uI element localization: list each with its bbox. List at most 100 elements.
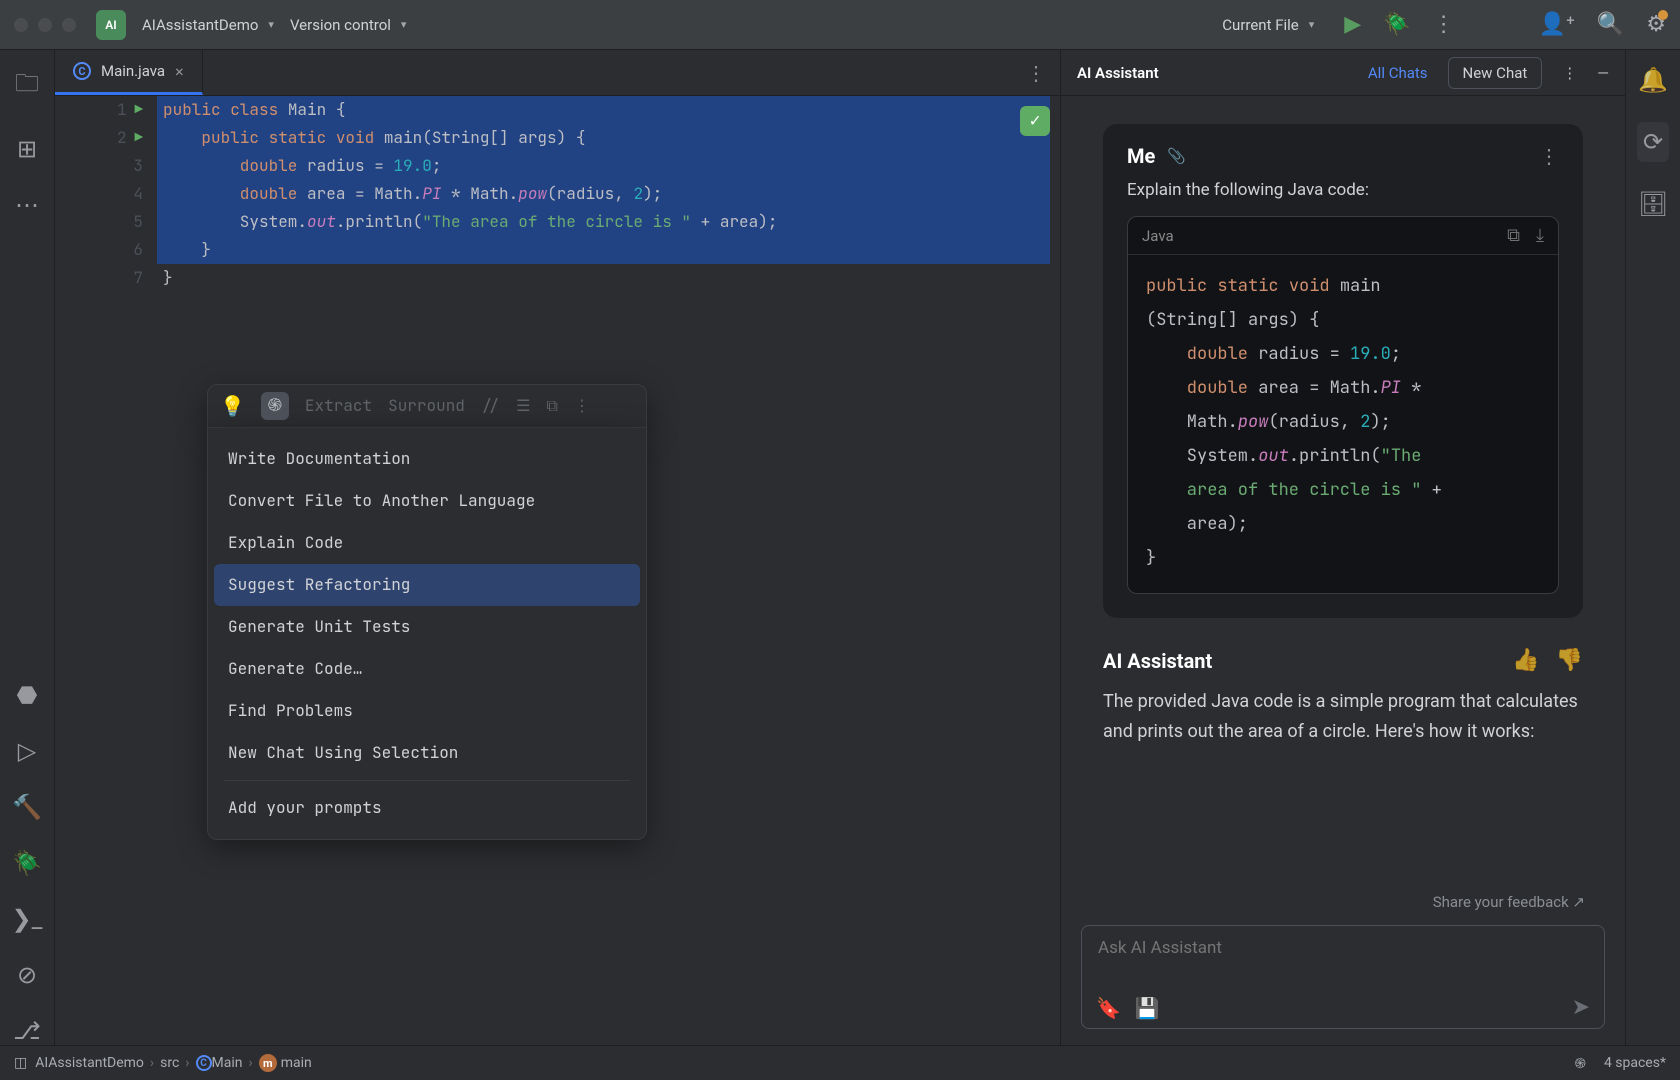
more-tools-icon[interactable]: ⋯ [15,191,39,219]
sender-label: Me [1127,144,1155,168]
method-icon: m [259,1054,277,1072]
database-icon[interactable]: 🗄 [1638,190,1668,218]
save-icon[interactable]: 💾 [1135,996,1160,1020]
insert-icon[interactable]: ⤓ [1536,225,1544,246]
build-icon[interactable]: 🔨 [12,793,42,821]
titlebar: AI AIAssistantDemo ▾ Version control ▾ C… [0,0,1680,50]
line-number: 4 [133,180,143,208]
attachment-icon[interactable]: 📎 [1167,147,1186,165]
thumbs-up-icon[interactable]: 👍 [1512,648,1539,673]
java-file-icon: C [73,62,91,80]
ai-panel-title: AI Assistant [1077,64,1159,82]
code-body[interactable]: public class Main { public static void m… [157,96,1060,292]
git-icon[interactable]: ⎇ [13,1017,41,1045]
message-more-icon[interactable]: ⋮ [1539,144,1559,168]
new-chat-button[interactable]: New Chat [1448,57,1543,89]
collab-icon[interactable]: 👤⁺ [1539,12,1575,37]
minimize-icon[interactable]: — [1597,64,1609,82]
ai-popup-list: Write Documentation Convert File to Anot… [207,428,647,840]
breadcrumb[interactable]: AIAssistantDemo [35,1055,144,1071]
all-chats-link[interactable]: All Chats [1368,64,1428,82]
run-config-picker[interactable]: Current File ▾ [1214,12,1322,38]
vcs-label: Version control [290,16,391,34]
ai-popup-toolbar: 💡 ֍ Extract Surround // ☰ ⧉ ⋮ [207,384,647,428]
settings-icon[interactable]: ⚙ [1646,12,1666,37]
ai-actions-popup: 💡 ֍ Extract Surround // ☰ ⧉ ⋮ Write Docu… [207,384,647,840]
snippet-body[interactable]: public static void main (String[] args) … [1128,255,1558,593]
popup-more-icon[interactable]: ⋮ [574,392,590,420]
ai-chat-body: Me 📎 ⋮ Explain the following Java code: … [1061,96,1625,887]
surround-action[interactable]: Surround [388,392,465,420]
ai-status-icon[interactable]: ֍ [1574,1054,1585,1073]
search-icon[interactable]: 🔍 [1597,12,1624,37]
indent-indicator[interactable]: 4 spaces* [1604,1055,1666,1071]
ai-assistant-panel: AI Assistant All Chats New Chat ⋮ — Me 📎… [1061,50,1625,1045]
prompt-text: Explain the following Java code: [1127,180,1559,200]
chevron-down-icon: ▾ [268,18,274,31]
copy-icon[interactable]: ⧉ [1507,225,1520,246]
editor-pane: C Main.java × ⋮ 1▶ 2▶ 3 4 5 6 7 public c… [55,50,1061,1045]
close-icon[interactable]: × [175,62,184,81]
editor-tabs: C Main.java × ⋮ [55,50,1060,96]
ai-action-convert[interactable]: Convert File to Another Language [214,480,640,522]
chevron-down-icon: ▾ [401,18,407,31]
problems-icon[interactable]: ⊘ [17,961,37,989]
ai-input-textarea[interactable] [1082,926,1604,991]
more-icon[interactable]: ⋮ [1433,12,1455,37]
ai-panel-header: AI Assistant All Chats New Chat ⋮ — [1061,50,1625,96]
ai-action-generate[interactable]: Generate Code… [214,648,640,690]
breadcrumb[interactable]: Main [212,1055,243,1071]
ai-swirl-icon[interactable]: ֍ [261,392,289,420]
java-class-icon: C [196,1055,212,1071]
ai-action-new-chat[interactable]: New Chat Using Selection [214,732,640,774]
assistant-message: AI Assistant 👍 👎 The provided Java code … [1085,648,1601,747]
ai-input[interactable]: 🔖 💾 ➤ [1081,925,1605,1029]
project-name: AIAssistantDemo [142,16,258,34]
tabs-more-icon[interactable]: ⋮ [1012,50,1060,95]
code-editor[interactable]: 1▶ 2▶ 3 4 5 6 7 public class Main { publ… [55,96,1060,1045]
sidebar-toggle-icon[interactable]: ◫ [14,1055,27,1071]
ai-action-write-docs[interactable]: Write Documentation [214,438,640,480]
project-picker[interactable]: AIAssistantDemo ▾ [134,12,282,38]
debug-icon[interactable]: 🪲 [1383,12,1410,37]
run-config-label: Current File [1222,16,1298,34]
ai-action-explain[interactable]: Explain Code [214,522,640,564]
line-number: 1 [117,96,127,124]
terminal-icon[interactable]: ❯_ [12,905,43,933]
run-icon[interactable]: ▶ [1344,12,1361,37]
line-number: 5 [133,208,143,236]
thumbs-down-icon[interactable]: 👎 [1556,648,1583,673]
tab-main-java[interactable]: C Main.java × [55,50,203,95]
tab-filename: Main.java [101,62,165,80]
line-number: 2 [117,124,127,152]
ai-assistant-tool-icon[interactable]: ⟳ [1637,122,1669,162]
breadcrumb[interactable]: main [281,1055,312,1071]
services-icon[interactable]: ⬣ [17,681,38,709]
breadcrumb[interactable]: src [160,1055,179,1071]
run-tool-icon[interactable]: ▷ [18,737,36,765]
chevron-down-icon: ▾ [1309,18,1315,31]
bulb-icon[interactable]: 💡 [220,392,245,420]
project-icon[interactable]: 🗀 [15,66,39,107]
comment-icon[interactable]: // [481,392,500,420]
gutter-run-icon[interactable]: ▶ [135,124,143,152]
reformat-icon[interactable]: ☰ [516,392,530,420]
gutter-run-icon[interactable]: ▶ [135,96,143,124]
left-tool-strip: 🗀 ⊞ ⋯ ⬣ ▷ 🔨 🪲 ❯_ ⊘ ⎇ [0,50,55,1045]
ai-action-problems[interactable]: Find Problems [214,690,640,732]
panel-more-icon[interactable]: ⋮ [1562,64,1577,82]
debug-tool-icon[interactable]: 🪲 [12,849,42,877]
bookmark-icon[interactable]: 🔖 [1096,996,1121,1020]
share-feedback-link[interactable]: Share your feedback ↗ [1061,887,1625,911]
send-icon[interactable]: ➤ [1572,995,1590,1020]
analysis-ok-icon[interactable]: ✓ [1020,106,1050,136]
ai-action-refactor[interactable]: Suggest Refactoring [214,564,640,606]
structure-icon[interactable]: ⊞ [17,135,37,163]
window-controls[interactable] [14,18,76,32]
vcs-menu[interactable]: Version control ▾ [282,12,414,38]
copy-icon[interactable]: ⧉ [546,392,557,420]
ai-action-tests[interactable]: Generate Unit Tests [214,606,640,648]
ai-action-add-prompts[interactable]: Add your prompts [214,787,640,829]
extract-action[interactable]: Extract [305,392,372,420]
notifications-icon[interactable]: 🔔 [1638,66,1668,94]
